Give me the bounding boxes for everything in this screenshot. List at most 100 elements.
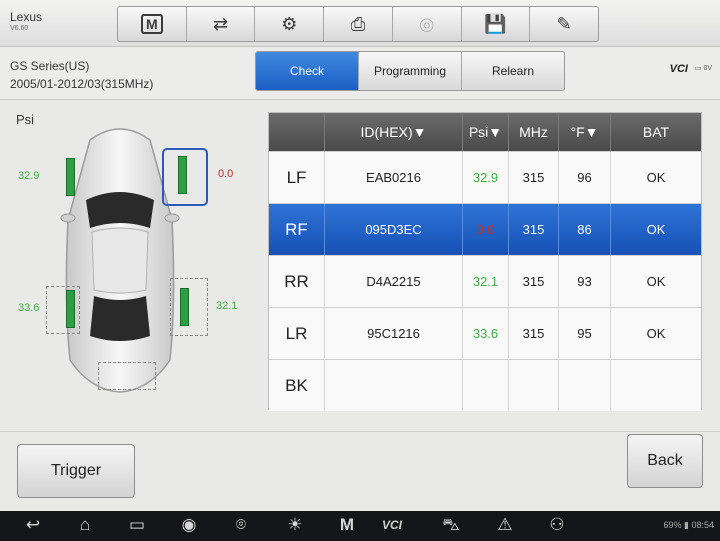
table-row[interactable]: LR 95C1216 33.6 315 95 OK (269, 307, 701, 359)
cell-psi: 32.9 (463, 152, 509, 203)
vci-shortcut[interactable]: VCI (382, 518, 402, 532)
cell-position: RF (269, 204, 325, 255)
tpms-icon[interactable]: ⚠ (490, 515, 520, 535)
cell-temp (559, 360, 611, 411)
cell-bat (611, 360, 701, 411)
cell-mhz: 315 (509, 152, 559, 203)
spare-sensor-frame (98, 362, 156, 390)
recent-apps-icon[interactable]: ▭ (122, 515, 152, 535)
cell-temp: 95 (559, 308, 611, 359)
header-id[interactable]: ID(HEX)▼ (325, 113, 463, 151)
header-mhz: MHz (509, 113, 559, 151)
cell-psi: 0.0 (463, 204, 509, 255)
lr-sensor-indicator (66, 290, 75, 328)
header-position (269, 113, 325, 151)
battery-percent: 69% (663, 520, 682, 530)
table-row[interactable]: LF EAB0216 32.9 315 96 OK (269, 151, 701, 203)
header-psi[interactable]: Psi▼ (463, 113, 509, 151)
vehicle-header: GS Series(US) 2005/01-2012/03(315MHz) Ch… (0, 47, 720, 100)
cell-position: BK (269, 360, 325, 411)
software-version: V6.60 (10, 25, 29, 32)
home-button[interactable]: M (118, 7, 187, 41)
cell-mhz: 315 (509, 256, 559, 307)
car-diagram: 32.9 0.0 33.6 32.1 (0, 100, 262, 430)
remote-support-icon[interactable]: ⚇ (542, 515, 572, 535)
battery-voltage-value: 0V (703, 65, 712, 72)
tpms-screen: Lexus V6.60 M ⇄ ⚙ ⎙ ◎ 💾 ✎ GS Series(US) … (0, 0, 720, 511)
vehicle-make: Lexus (10, 10, 43, 24)
save-button[interactable]: 💾 (462, 7, 531, 41)
vehicle-swap-button[interactable]: ⇄ (187, 7, 256, 41)
tab-programming[interactable]: Programming (359, 52, 462, 90)
rr-sensor-indicator (180, 288, 189, 326)
pen-icon: ✎ (556, 13, 572, 34)
maxisys-icon[interactable]: M (332, 515, 362, 535)
back-arrow-icon[interactable]: ↩ (18, 515, 48, 535)
clock: 08:54 (691, 520, 714, 530)
battery-voltage: ▭ 0V (694, 65, 712, 72)
cell-psi (463, 360, 509, 411)
tab-check[interactable]: Check (256, 52, 359, 90)
cell-id: 95C1216 (325, 308, 463, 359)
cell-id: D4A2215 (325, 256, 463, 307)
cell-position: RR (269, 256, 325, 307)
help-icon: ◎ (418, 13, 435, 34)
car-icon[interactable]: ⛍ (436, 515, 466, 537)
status-area: 69% ▮ 08:54 (663, 520, 714, 531)
tab-relearn[interactable]: Relearn (462, 52, 564, 90)
home-icon: M (140, 14, 163, 34)
back-button[interactable]: Back (627, 434, 703, 488)
system-nav-bar: ↩ ⌂ ▭ ◉ ⌾ ☀ M VCI ⛍ ⚠ ⚇ 69% ▮ 08:54 (0, 511, 720, 541)
rf-sensor-indicator (178, 156, 187, 194)
camera-icon[interactable]: ⌾ (226, 515, 256, 535)
rr-sensor-frame (170, 278, 208, 336)
cell-id: 095D3EC (325, 204, 463, 255)
header-bat: BAT (642, 124, 670, 140)
vci-status: VCI (669, 63, 688, 75)
lr-pressure-value: 33.6 (18, 302, 40, 314)
cell-bat: OK (646, 326, 666, 341)
cell-mhz: 315 (509, 204, 559, 255)
lf-sensor-indicator (66, 158, 75, 196)
cell-mhz (509, 360, 559, 411)
cell-id (325, 360, 463, 411)
vehicle-series: GS Series(US) (10, 59, 90, 73)
cell-bat: OK (646, 274, 666, 289)
table-row[interactable]: RR D4A2215 32.1 315 93 OK (269, 255, 701, 307)
save-icon: 💾 (484, 13, 507, 34)
header-temp[interactable]: °F▼ (559, 113, 611, 151)
footer-divider (0, 431, 720, 432)
home-icon[interactable]: ⌂ (70, 515, 100, 535)
browser-icon[interactable]: ◉ (174, 515, 204, 535)
cell-bat: OK (646, 222, 666, 237)
cell-bat: OK (646, 170, 666, 185)
brand: Lexus V6.60 (10, 10, 42, 32)
battery-icon: ▮ (684, 520, 689, 530)
trigger-button[interactable]: Trigger (17, 444, 135, 498)
brightness-icon[interactable]: ☀ (280, 515, 310, 535)
vehicle-info: GS Series(US) 2005/01-2012/03(315MHz) (10, 57, 153, 93)
table-row[interactable]: BK (269, 359, 701, 411)
vehicle-years: 2005/01-2012/03(315MHz) (10, 77, 154, 91)
top-toolbar: Lexus V6.60 M ⇄ ⚙ ⎙ ◎ 💾 ✎ (0, 0, 720, 47)
cell-psi: 33.6 (463, 308, 509, 359)
cell-psi: 32.1 (463, 256, 509, 307)
cell-temp: 86 (559, 204, 611, 255)
settings-button[interactable]: ⚙ (255, 7, 325, 41)
tool-strip: M ⇄ ⚙ ⎙ ◎ 💾 ✎ (117, 6, 599, 42)
help-button[interactable]: ◎ (393, 7, 462, 41)
sensor-table: ID(HEX)▼ Psi▼ MHz °F▼ BAT LF EAB0216 32.… (268, 112, 702, 411)
print-icon: ⎙ (350, 13, 366, 34)
print-button[interactable]: ⎙ (324, 7, 393, 41)
gear-icon: ⚙ (281, 13, 298, 34)
cell-position: LR (269, 308, 325, 359)
lf-pressure-value: 32.9 (18, 170, 40, 182)
edit-button[interactable]: ✎ (530, 7, 598, 41)
function-tabs: Check Programming Relearn (255, 51, 565, 91)
cell-temp: 93 (559, 256, 611, 307)
rr-pressure-value: 32.1 (216, 300, 238, 312)
table-row-selected[interactable]: RF 095D3EC 0.0 315 86 OK (269, 203, 701, 255)
vehicle-swap-icon: ⇄ (213, 13, 229, 34)
table-header: ID(HEX)▼ Psi▼ MHz °F▼ BAT (269, 113, 701, 151)
cell-position: LF (269, 152, 325, 203)
